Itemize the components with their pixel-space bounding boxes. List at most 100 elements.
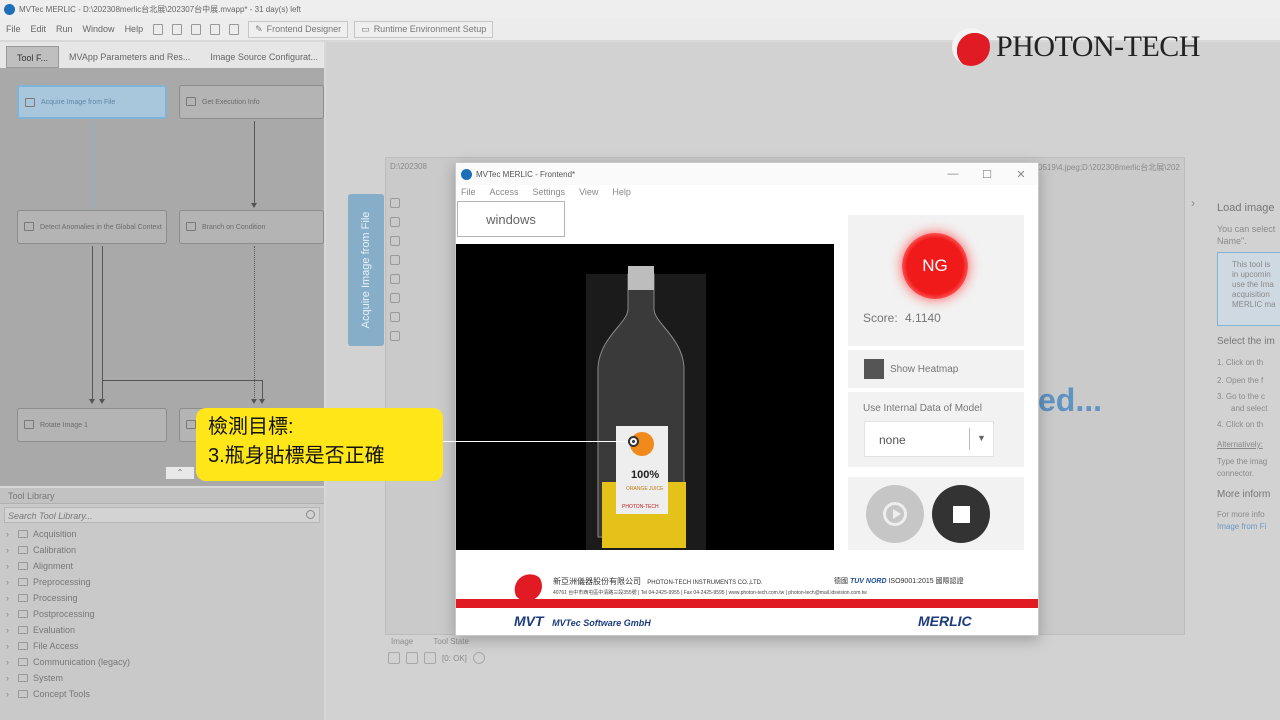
fmenu-view[interactable]: View: [579, 187, 598, 197]
category-evaluation[interactable]: › Evaluation: [6, 622, 324, 638]
new-file-icon[interactable]: [153, 23, 164, 35]
menu-help[interactable]: Help: [125, 24, 144, 34]
chevron-right-icon: ›: [6, 657, 9, 667]
node-detect-anomalies[interactable]: Detect Anomalies in the Global Context: [17, 210, 167, 244]
chevron-right-icon: ›: [6, 577, 9, 587]
node-rotate-image[interactable]: Rotate Image 1: [17, 408, 167, 442]
heatmap-checkbox[interactable]: [864, 359, 884, 379]
anomaly-icon: [24, 222, 34, 231]
runtime-setup-button[interactable]: ▭ Runtime Environment Setup: [354, 20, 494, 38]
menu-run[interactable]: Run: [56, 24, 73, 34]
photon-tech-logo-icon: [512, 571, 542, 601]
tool-vertical-tab[interactable]: Acquire Image from File: [348, 194, 384, 346]
run-icon[interactable]: [210, 23, 221, 35]
rotate-icon: [24, 420, 34, 429]
model-dropdown[interactable]: none ▼: [864, 421, 994, 457]
category-label: File Access: [33, 641, 79, 651]
result-row: [0: OK]: [388, 652, 485, 664]
frontend-titlebar: MVTec MERLIC - Frontend* — ☐ ✕: [456, 163, 1038, 185]
node-acquire-image[interactable]: Acquire Image from File: [17, 85, 167, 119]
fmenu-help[interactable]: Help: [612, 187, 631, 197]
inspection-image[interactable]: 100% ORANGE JUICE PHOTON-TECH: [456, 244, 834, 550]
viewer-toolbar: [390, 198, 406, 348]
company-name-zh: 新亞洲儀器股份有限公司: [553, 577, 641, 586]
collapse-button[interactable]: ⌃: [165, 466, 195, 480]
crop-icon[interactable]: [390, 312, 400, 322]
connector-icon[interactable]: [424, 652, 436, 664]
alignment-icon: [18, 562, 28, 570]
info-line: MERLIC ma: [1232, 300, 1276, 309]
flow-arrow: [251, 399, 257, 404]
search-icon[interactable]: [306, 510, 315, 519]
node-execution-info[interactable]: Get Execution Info: [179, 85, 324, 119]
category-communication[interactable]: › Communication (legacy): [6, 654, 324, 670]
flow-connector: [262, 380, 263, 400]
category-alignment[interactable]: › Alignment: [6, 558, 324, 574]
category-preprocessing[interactable]: › Preprocessing: [6, 574, 324, 590]
image-icon[interactable]: [406, 652, 418, 664]
frontend-footer-banner: 新亞洲儀器股份有限公司 PHOTON-TECH INSTRUMENTS CO.,…: [456, 561, 1038, 635]
help-link[interactable]: Image from Fi: [1217, 522, 1266, 531]
bottle-photo: 100% ORANGE JUICE PHOTON-TECH: [456, 244, 834, 550]
close-icon[interactable]: ✕: [1004, 168, 1038, 181]
result-labels: Image Tool State: [391, 637, 487, 646]
category-calibration[interactable]: › Calibration: [6, 542, 324, 558]
save-icon[interactable]: [191, 23, 202, 35]
run-continuous-button[interactable]: [866, 485, 924, 543]
move-icon[interactable]: [390, 255, 400, 265]
maximize-icon[interactable]: ☐: [970, 168, 1004, 181]
zoom-out-icon[interactable]: [390, 236, 400, 246]
pan-icon[interactable]: [390, 274, 400, 284]
pencil-icon: ✎: [255, 23, 263, 34]
node-label: Rotate Image 1: [40, 421, 88, 429]
category-system[interactable]: › System: [6, 670, 324, 686]
category-postprocessing[interactable]: › Postprocessing: [6, 606, 324, 622]
help-subheading: More inform: [1217, 489, 1271, 500]
callout-title: 檢測目標:: [208, 416, 294, 438]
fmenu-access[interactable]: Access: [490, 187, 519, 197]
open-folder-icon[interactable]: [172, 23, 183, 35]
menu-edit[interactable]: Edit: [31, 24, 47, 34]
category-processing[interactable]: › Processing: [6, 590, 324, 606]
tool-library-search[interactable]: Search Tool Library...: [4, 507, 320, 523]
menu-file[interactable]: File: [6, 24, 21, 34]
connector-icon[interactable]: [388, 652, 400, 664]
chevron-right-icon: ›: [6, 529, 9, 539]
frontend-designer-button[interactable]: ✎ Frontend Designer: [248, 20, 349, 38]
bottle-label-product: ORANGE JUICE: [626, 486, 664, 492]
bottle-label-brand: PHOTON-TECH: [622, 504, 659, 510]
fmenu-settings[interactable]: Settings: [533, 187, 566, 197]
flow-connector: [92, 121, 93, 209]
help-step: 4. Click on th: [1217, 420, 1264, 429]
add-icon[interactable]: [472, 652, 485, 664]
merlic-logo-icon: [4, 3, 15, 15]
node-branch-condition[interactable]: Branch on Condition: [179, 210, 324, 244]
info-line: acquisition: [1232, 290, 1270, 299]
help-step: 1. Click on th: [1217, 358, 1264, 367]
tab-mvapp-parameters[interactable]: MVApp Parameters and Res...: [59, 46, 200, 68]
fit-icon[interactable]: [390, 198, 400, 208]
flow-connector: [254, 121, 255, 205]
tab-image-source-config[interactable]: Image Source Configurat...: [200, 46, 328, 68]
callout-connector: [443, 441, 633, 442]
tab-tool-flow[interactable]: Tool F...: [6, 46, 60, 68]
category-label: Processing: [33, 593, 78, 603]
zoom-in-icon[interactable]: [390, 217, 400, 227]
chevron-right-icon[interactable]: ›: [1191, 196, 1195, 210]
windows-button[interactable]: windows: [457, 201, 565, 237]
reset-icon[interactable]: [390, 331, 400, 341]
stop-button[interactable]: [932, 485, 990, 543]
chevron-right-icon: ›: [6, 545, 9, 555]
menu-window[interactable]: Window: [83, 24, 115, 34]
minimize-icon[interactable]: —: [936, 168, 970, 181]
company-address: 40761 台中市西屯區中清路三段355號 | Tel 04-2425-9955…: [553, 590, 867, 596]
category-label: Acquisition: [33, 529, 77, 539]
category-concept-tools[interactable]: › Concept Tools: [6, 686, 324, 702]
stop-icon[interactable]: [229, 23, 240, 35]
region-icon[interactable]: [390, 293, 400, 303]
flow-connector: [92, 246, 93, 400]
fmenu-file[interactable]: File: [461, 187, 476, 197]
category-acquisition[interactable]: › Acquisition: [6, 526, 324, 542]
category-file-access[interactable]: › File Access: [6, 638, 324, 654]
window-title: MVTec MERLIC - D:\202308merlic台北展\202307…: [19, 4, 301, 14]
